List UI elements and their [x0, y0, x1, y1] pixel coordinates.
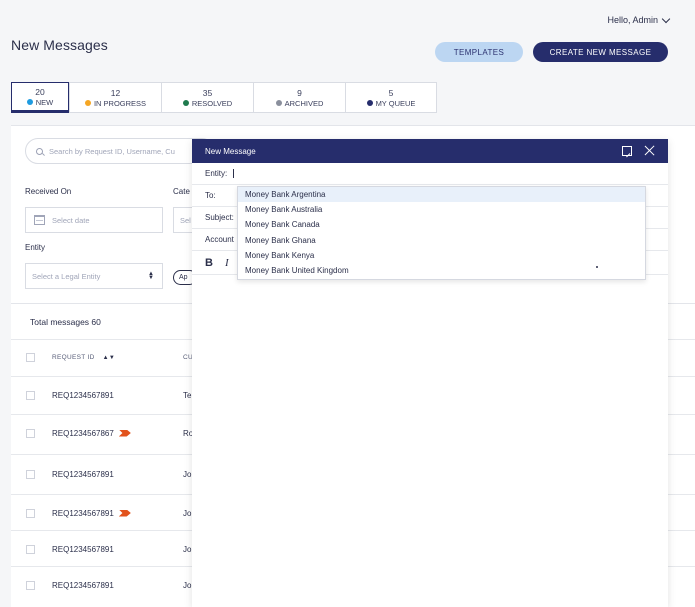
subject-field-label: Subject:: [205, 213, 234, 222]
date-placeholder: Select date: [52, 215, 90, 225]
search-icon: [36, 147, 43, 155]
tab-label: IN PROGRESS: [93, 98, 147, 108]
request-id[interactable]: REQ1234567891: [52, 581, 114, 590]
sort-icon: ▲▼: [102, 354, 116, 361]
account-field-label: Account: [205, 235, 234, 244]
page-title: New Messages: [11, 37, 108, 53]
row-checkbox[interactable]: [26, 508, 35, 518]
request-id[interactable]: REQ1234567891: [52, 509, 114, 518]
tab-count: 20: [35, 86, 45, 97]
row-checkbox[interactable]: [26, 580, 35, 590]
tab-my-queue[interactable]: 5 MY QUEUE: [345, 82, 437, 113]
tab-label: RESOLVED: [191, 98, 233, 108]
status-tabs: 20 NEW 12 IN PROGRESS 35 RESOLVED 9 ARCH…: [11, 82, 437, 113]
tab-label: MY QUEUE: [375, 98, 416, 108]
total-messages: Total messages 60: [30, 317, 101, 327]
dropdown-option[interactable]: Money Bank Australia: [238, 202, 645, 217]
priority-flag-icon: [118, 429, 131, 437]
entity-field[interactable]: Entity:: [192, 163, 668, 185]
search-placeholder: Search by Request ID, Username, Cu: [49, 146, 175, 156]
row-cell: Jo: [183, 580, 192, 590]
row-cell: Jo: [183, 469, 192, 479]
entity-select[interactable]: Select a Legal Entity ▲ ▼: [25, 263, 163, 289]
request-id[interactable]: REQ1234567891: [52, 470, 114, 479]
entity-placeholder: Select a Legal Entity: [32, 271, 101, 281]
tab-count: 12: [110, 87, 121, 98]
select-all-checkbox[interactable]: [26, 353, 35, 362]
entity-label: Entity: [25, 243, 46, 252]
status-dot-icon: [182, 100, 189, 106]
chevron-down-icon: [661, 14, 671, 23]
dropdown-option[interactable]: Money Bank Ghana: [238, 233, 645, 248]
col-request-id[interactable]: REQUEST ID ▲▼: [52, 354, 115, 361]
user-menu[interactable]: Hello, Admin: [607, 14, 671, 25]
status-dot-icon: [275, 100, 282, 106]
col-request-id-label: REQUEST ID: [52, 354, 95, 361]
status-dot-icon: [26, 99, 33, 105]
modal-header: New Message: [192, 139, 668, 163]
tab-new[interactable]: 20 NEW: [11, 82, 69, 113]
status-dot-icon: [84, 100, 91, 106]
status-dot-icon: [366, 100, 373, 106]
priority-flag-icon: [118, 509, 131, 517]
dropdown-option[interactable]: Money Bank Kenya: [238, 248, 645, 263]
row-checkbox[interactable]: [26, 544, 35, 554]
received-on-label: Received On: [25, 187, 72, 196]
row-checkbox[interactable]: [26, 390, 35, 400]
request-id[interactable]: REQ1234567891: [52, 391, 114, 400]
tab-count: 5: [388, 87, 394, 98]
category-label: Cate: [173, 187, 190, 196]
request-id[interactable]: REQ1234567891: [52, 545, 114, 554]
row-cell: Te: [183, 390, 192, 400]
entity-field-label: Entity:: [205, 169, 228, 178]
tab-in-progress[interactable]: 12 IN PROGRESS: [69, 82, 161, 113]
tab-label: ARCHIVED: [284, 98, 324, 108]
calendar-icon: [34, 215, 45, 225]
tab-resolved[interactable]: 35 RESOLVED: [161, 82, 253, 113]
sort-updown-icon: ▲ ▼: [148, 271, 154, 281]
templates-button[interactable]: TEMPLATES: [435, 42, 523, 62]
dropdown-option[interactable]: Money Bank United Kingdom: [238, 263, 645, 278]
category-placeholder: Sel: [180, 215, 191, 225]
dropdown-option[interactable]: Money Bank Argentina: [238, 187, 645, 203]
text-cursor: [233, 169, 235, 178]
request-id[interactable]: REQ1234567867: [52, 429, 114, 438]
bold-button[interactable]: B: [205, 257, 213, 269]
tab-archived[interactable]: 9 ARCHIVED: [253, 82, 345, 113]
italic-button[interactable]: I: [225, 257, 229, 269]
row-checkbox[interactable]: [26, 428, 35, 438]
tab-label: NEW: [35, 97, 54, 107]
close-icon[interactable]: [644, 145, 655, 156]
search-input[interactable]: Search by Request ID, Username, Cu: [25, 138, 215, 164]
create-new-message-button[interactable]: CREATE NEW MESSAGE: [533, 42, 668, 62]
entity-dropdown: Money Bank Argentina Money Bank Australi…: [237, 186, 646, 280]
row-checkbox[interactable]: [26, 469, 35, 479]
row-cell: Jo: [183, 508, 192, 518]
dropdown-option[interactable]: Money Bank Canada: [238, 217, 645, 232]
greeting-text: Hello, Admin: [607, 15, 658, 25]
modal-title: New Message: [205, 146, 256, 156]
tab-count: 9: [297, 87, 302, 98]
tab-count: 35: [202, 87, 213, 98]
to-field-label: To:: [205, 191, 216, 200]
date-picker[interactable]: Select date: [25, 207, 163, 233]
minimize-icon[interactable]: [622, 146, 632, 156]
mouse-speck: [596, 266, 598, 268]
row-cell: Jo: [183, 544, 192, 554]
